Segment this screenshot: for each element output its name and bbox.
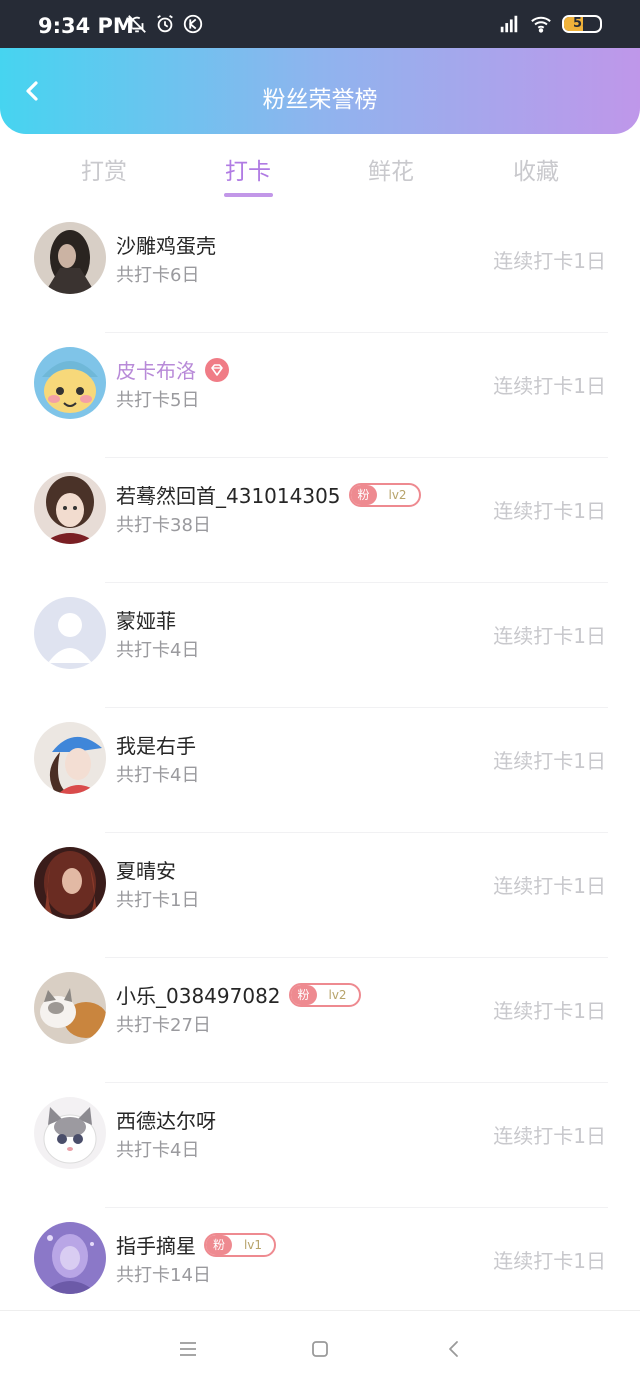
fan-badge-level: lv2 <box>328 987 347 1002</box>
user-name: 西德达尔呀 <box>116 1109 216 1133</box>
streak-checkin: 连续打卡1日 <box>493 624 606 648</box>
fan-badge-tag: 粉 <box>350 484 377 505</box>
total-checkin: 共打卡1日 <box>116 890 200 911</box>
streak-checkin: 连续打卡1日 <box>493 999 606 1023</box>
streak-checkin: 连续打卡1日 <box>493 1124 606 1148</box>
total-checkin: 共打卡6日 <box>116 265 200 286</box>
avatar <box>34 597 106 669</box>
avatar <box>34 972 106 1044</box>
streak-checkin: 连续打卡1日 <box>493 499 606 523</box>
menu-icon[interactable] <box>176 1337 200 1361</box>
total-checkin: 共打卡5日 <box>116 390 200 411</box>
user-name: 皮卡布洛 <box>116 359 196 383</box>
fan-badge-tag: 粉 <box>206 1234 232 1255</box>
total-checkin: 共打卡4日 <box>116 1140 200 1161</box>
avatar <box>34 222 106 294</box>
tab-reward[interactable]: 打赏 <box>44 152 164 186</box>
alarm-icon <box>157 14 173 33</box>
avatar <box>34 1097 106 1169</box>
list-item[interactable]: 蒙娅菲 共打卡4日 连续打卡1日 <box>0 583 640 708</box>
total-checkin: 共打卡38日 <box>116 515 211 536</box>
list-item[interactable]: 西德达尔呀 共打卡4日 连续打卡1日 <box>0 1083 640 1208</box>
header: 粉丝荣誉榜 <box>0 48 640 134</box>
total-checkin: 共打卡27日 <box>116 1015 211 1036</box>
user-name: 夏晴安 <box>116 859 176 883</box>
page-title: 粉丝荣誉榜 <box>262 87 378 113</box>
signal-icon <box>500 15 518 33</box>
tab-flowers[interactable]: 鲜花 <box>331 152 451 186</box>
avatar <box>34 722 106 794</box>
streak-checkin: 连续打卡1日 <box>493 1249 606 1273</box>
user-name: 我是右手 <box>116 734 196 758</box>
status-bar: 9:34 PM 53 <box>0 0 640 48</box>
user-name: 沙雕鸡蛋壳 <box>116 234 216 258</box>
total-checkin: 共打卡14日 <box>116 1265 211 1286</box>
streak-checkin: 连续打卡1日 <box>493 749 606 773</box>
fan-level-badge: 粉 lv1 <box>204 1232 276 1257</box>
tab-checkin[interactable]: 打卡 <box>188 152 308 186</box>
streak-checkin: 连续打卡1日 <box>493 374 606 398</box>
bell-off-icon <box>128 15 146 33</box>
streak-checkin: 连续打卡1日 <box>493 249 606 273</box>
total-checkin: 共打卡4日 <box>116 765 200 786</box>
k-app-icon <box>183 14 203 34</box>
user-name: 若蓦然回首_431014305 <box>116 484 341 508</box>
status-time: 9:34 PM <box>38 14 134 38</box>
fan-list: 沙雕鸡蛋壳 共打卡6日 连续打卡1日 皮卡布洛 共打卡5日 连续打卡1日 若蓦然… <box>0 208 640 1333</box>
list-item[interactable]: 我是右手 共打卡4日 连续打卡1日 <box>0 708 640 833</box>
wifi-icon <box>531 16 551 33</box>
fan-badge-level: lv1 <box>243 1237 263 1252</box>
user-name: 小乐_038497082 <box>116 984 281 1008</box>
list-item[interactable]: 小乐_038497082 粉 lv2 共打卡27日 连续打卡1日 <box>0 958 640 1083</box>
avatar <box>34 1222 106 1294</box>
fan-level-badge: 粉 lv2 <box>348 482 421 507</box>
fan-level-badge: 粉 lv2 <box>288 982 361 1007</box>
battery-icon: 53 <box>562 15 602 33</box>
home-square-icon[interactable] <box>308 1337 332 1361</box>
diamond-icon <box>205 357 229 382</box>
tab-bar: 打赏 打卡 鲜花 收藏 <box>0 134 640 208</box>
fan-badge-tag: 粉 <box>290 984 317 1005</box>
tab-favorites[interactable]: 收藏 <box>476 152 596 186</box>
total-checkin: 共打卡4日 <box>116 640 200 661</box>
system-nav-bar <box>0 1310 640 1387</box>
tab-active-indicator <box>224 193 273 197</box>
avatar <box>34 847 106 919</box>
fan-badge-level: lv2 <box>388 487 407 502</box>
list-item[interactable]: 沙雕鸡蛋壳 共打卡6日 连续打卡1日 <box>0 208 640 333</box>
user-name: 指手摘星 <box>116 1234 196 1258</box>
streak-checkin: 连续打卡1日 <box>493 874 606 898</box>
avatar <box>34 472 106 544</box>
battery-text: 53 <box>572 16 592 31</box>
user-name: 蒙娅菲 <box>116 609 176 633</box>
back-triangle-icon[interactable] <box>442 1337 466 1361</box>
list-item[interactable]: 皮卡布洛 共打卡5日 连续打卡1日 <box>0 333 640 458</box>
list-item[interactable]: 若蓦然回首_431014305 粉 lv2 共打卡38日 连续打卡1日 <box>0 458 640 583</box>
avatar <box>34 347 106 419</box>
list-item[interactable]: 夏晴安 共打卡1日 连续打卡1日 <box>0 833 640 958</box>
